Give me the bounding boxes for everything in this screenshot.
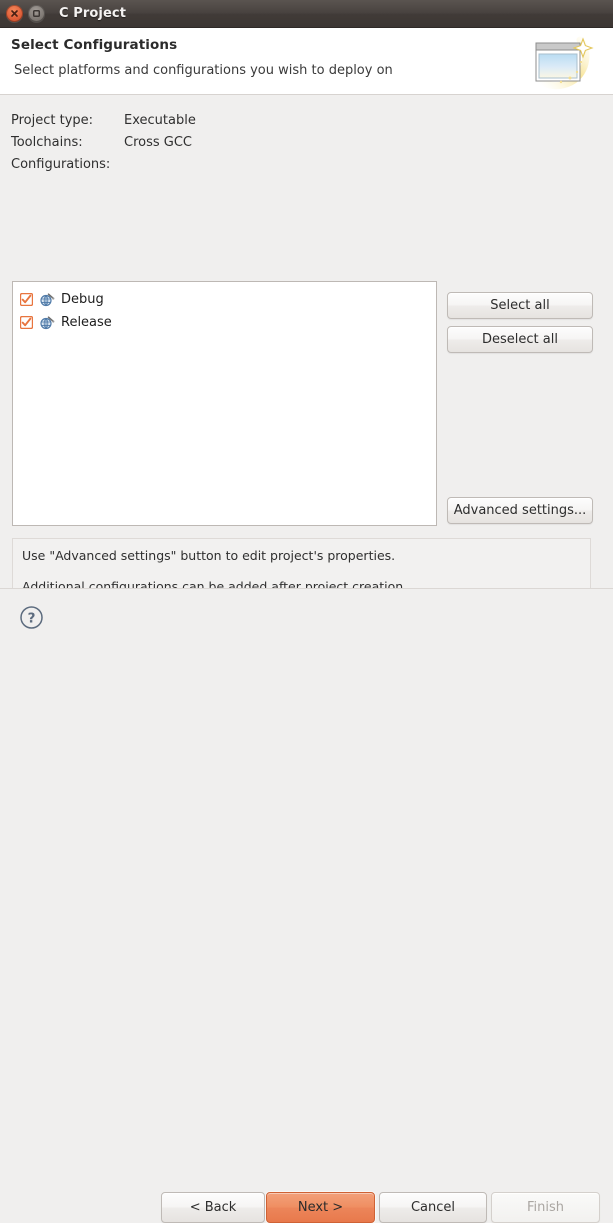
- configurations-label: Configurations:: [11, 157, 124, 172]
- back-button[interactable]: < Back: [161, 1192, 265, 1223]
- window-titlebar: C Project: [0, 0, 613, 28]
- configurations-row: Configurations:: [11, 153, 613, 175]
- next-button[interactable]: Next >: [266, 1192, 375, 1223]
- finish-button: Finish: [491, 1192, 600, 1223]
- project-details: Project type: Executable Toolchains: Cro…: [0, 95, 613, 175]
- window-title: C Project: [59, 6, 126, 21]
- maximize-glyph: [32, 9, 41, 18]
- svg-text:?: ?: [28, 611, 36, 627]
- maximize-icon[interactable]: [28, 5, 45, 22]
- cancel-button[interactable]: Cancel: [379, 1192, 487, 1223]
- close-glyph: [10, 9, 19, 18]
- list-item[interactable]: Release: [13, 311, 436, 334]
- toolchains-value: Cross GCC: [124, 135, 192, 150]
- help-icon[interactable]: ?: [19, 605, 44, 630]
- close-icon[interactable]: [6, 5, 23, 22]
- configuration-icon: [39, 315, 55, 331]
- project-type-value: Executable: [124, 113, 196, 128]
- list-item[interactable]: Debug: [13, 288, 436, 311]
- configuration-icon: [39, 292, 55, 308]
- checkbox-checked-icon[interactable]: [20, 316, 33, 329]
- page-title: Select Configurations: [11, 37, 613, 53]
- checkbox-checked-icon[interactable]: [20, 293, 33, 306]
- wizard-body: Project type: Executable Toolchains: Cro…: [0, 95, 613, 588]
- wizard-footer: ? < Back Next > Cancel Finish: [0, 588, 613, 646]
- page-subtitle: Select platforms and configurations you …: [14, 63, 613, 78]
- project-type-label: Project type:: [11, 113, 124, 128]
- note-spacer: [22, 565, 581, 577]
- configurations-list[interactable]: Debug Release: [12, 281, 437, 526]
- toolchains-row: Toolchains: Cross GCC: [11, 131, 613, 153]
- toolchains-label: Toolchains:: [11, 135, 124, 150]
- note-line-1: Use "Advanced settings" button to edit p…: [22, 546, 581, 565]
- wizard-header: Select Configurations Select platforms a…: [0, 28, 613, 95]
- select-all-button[interactable]: Select all: [447, 292, 593, 319]
- list-item-label: Debug: [61, 292, 104, 307]
- project-type-row: Project type: Executable: [11, 109, 613, 131]
- wizard-window-icon: [525, 34, 599, 92]
- advanced-settings-button[interactable]: Advanced settings...: [447, 497, 593, 524]
- list-item-label: Release: [61, 315, 112, 330]
- deselect-all-button[interactable]: Deselect all: [447, 326, 593, 353]
